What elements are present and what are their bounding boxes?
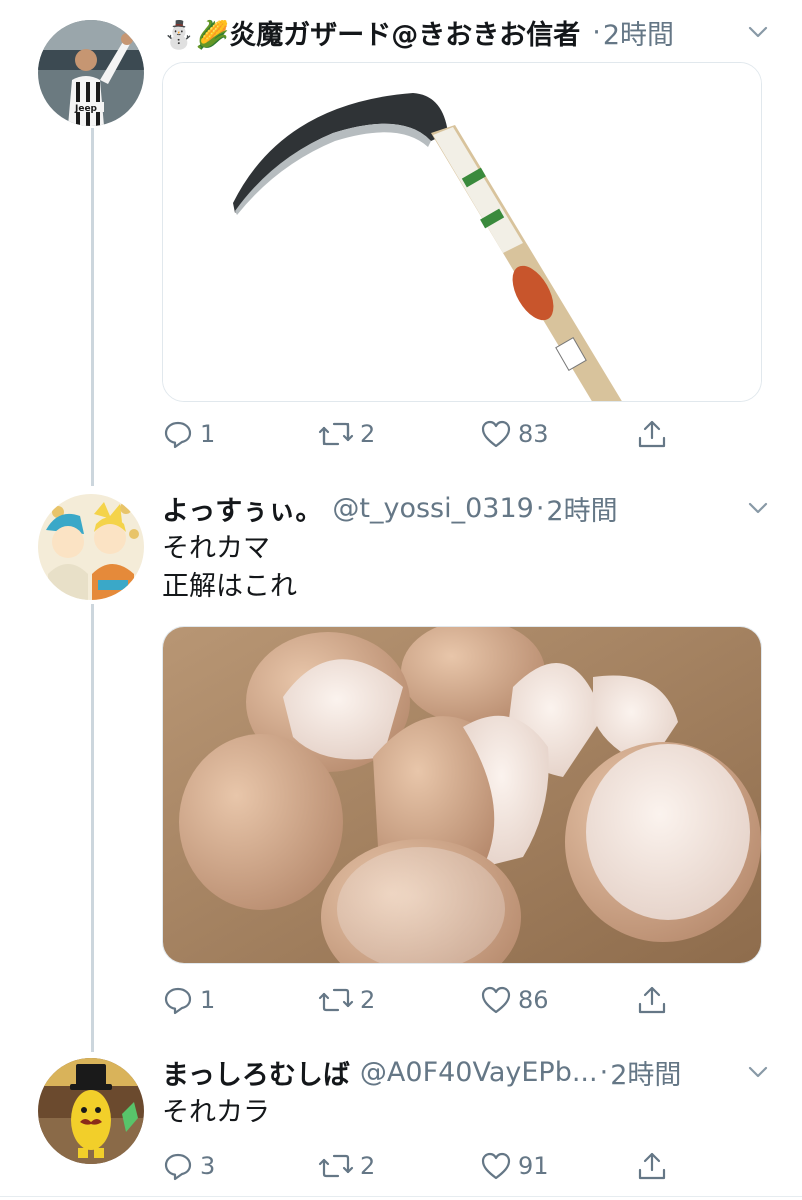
like-count: 83 xyxy=(518,420,549,448)
reply-button[interactable]: 1 xyxy=(162,980,215,1020)
divider xyxy=(0,1196,802,1197)
separator-dot: · xyxy=(592,16,601,48)
retweet-icon xyxy=(318,422,354,446)
like-button[interactable]: 91 xyxy=(480,1146,549,1186)
tweet-text: それカラ xyxy=(162,1094,270,1132)
like-count: 91 xyxy=(518,1152,549,1180)
tweet-actions: 1 2 83 xyxy=(162,414,682,454)
tweet-actions: 3 2 91 xyxy=(162,1146,682,1186)
retweet-icon xyxy=(318,988,354,1012)
sickle-image[interactable] xyxy=(162,62,762,402)
separator-dot: · xyxy=(535,492,545,524)
tweet[interactable]: よっすぅぃ。 @t_yossi_0319 · 2時間 それカマ 正解はこれ 1 … xyxy=(0,478,802,1038)
tweet-text-line: それカマ xyxy=(162,533,270,564)
share-icon xyxy=(638,1152,666,1180)
tweet-text-line: それカラ xyxy=(162,1097,270,1128)
like-icon xyxy=(481,1152,511,1180)
like-icon xyxy=(481,420,511,448)
avatar[interactable] xyxy=(38,1058,144,1164)
avatar[interactable]: Jeep xyxy=(38,20,144,126)
like-button[interactable]: 86 xyxy=(480,980,549,1020)
retweet-button[interactable]: 2 xyxy=(318,414,375,454)
tweet-header: ⛄🌽炎魔ガザード@きおきお信者 · 2時間 xyxy=(162,12,772,52)
retweet-button[interactable]: 2 xyxy=(318,1146,375,1186)
share-icon xyxy=(638,420,666,448)
retweet-count: 2 xyxy=(360,986,376,1014)
separator-dot: · xyxy=(599,1056,609,1088)
tweet-text-line: 正解はこれ xyxy=(162,571,297,602)
retweet-button[interactable]: 2 xyxy=(318,980,375,1020)
reply-icon xyxy=(164,421,192,449)
timestamp[interactable]: 2時間 xyxy=(546,489,617,528)
reply-count: 1 xyxy=(200,420,216,448)
tweet-header: まっしろむしば @A0F40VayEPb... · 2時間 xyxy=(162,1052,772,1092)
reply-count: 1 xyxy=(200,986,216,1014)
retweet-count: 2 xyxy=(360,1152,376,1180)
eggshells-image[interactable] xyxy=(162,626,762,964)
reply-button[interactable]: 1 xyxy=(162,414,215,454)
display-name[interactable]: よっすぅぃ。 xyxy=(162,489,322,528)
timestamp[interactable]: 2時間 xyxy=(610,1053,681,1092)
reply-icon xyxy=(164,987,192,1015)
share-button[interactable] xyxy=(636,1146,674,1186)
tweet[interactable]: まっしろむしば @A0F40VayEPb... · 2時間 それカラ 3 2 9… xyxy=(0,1046,802,1196)
tweet-actions: 1 2 86 xyxy=(162,980,682,1020)
reply-button[interactable]: 3 xyxy=(162,1146,215,1186)
share-button[interactable] xyxy=(636,414,674,454)
like-button[interactable]: 83 xyxy=(480,414,549,454)
svg-text:Jeep: Jeep xyxy=(74,104,98,114)
reply-icon xyxy=(164,1153,192,1181)
tweet[interactable]: Jeep ⛄🌽炎魔ガザード@きおきお信者 · 2時間 1 2 83 xyxy=(0,0,802,470)
chevron-down-icon[interactable] xyxy=(744,1058,772,1086)
chevron-down-icon[interactable] xyxy=(744,18,772,46)
display-name[interactable]: まっしろむしば xyxy=(162,1053,350,1092)
chevron-down-icon[interactable] xyxy=(744,494,772,522)
retweet-count: 2 xyxy=(360,420,376,448)
like-count: 86 xyxy=(518,986,549,1014)
reply-count: 3 xyxy=(200,1152,216,1180)
username[interactable]: @t_yossi_0319 xyxy=(332,493,533,524)
username[interactable]: @A0F40VayEPb... xyxy=(360,1057,598,1088)
like-icon xyxy=(481,986,511,1014)
share-icon xyxy=(638,986,666,1014)
tweet-text: それカマ 正解はこれ xyxy=(162,530,297,606)
avatar[interactable] xyxy=(38,494,144,600)
tweet-header: よっすぅぃ。 @t_yossi_0319 · 2時間 xyxy=(162,488,772,528)
display-name[interactable]: ⛄🌽炎魔ガザード@きおきお信者 xyxy=(162,13,580,52)
share-button[interactable] xyxy=(636,980,674,1020)
timestamp[interactable]: 2時間 xyxy=(603,13,674,52)
retweet-icon xyxy=(318,1154,354,1178)
